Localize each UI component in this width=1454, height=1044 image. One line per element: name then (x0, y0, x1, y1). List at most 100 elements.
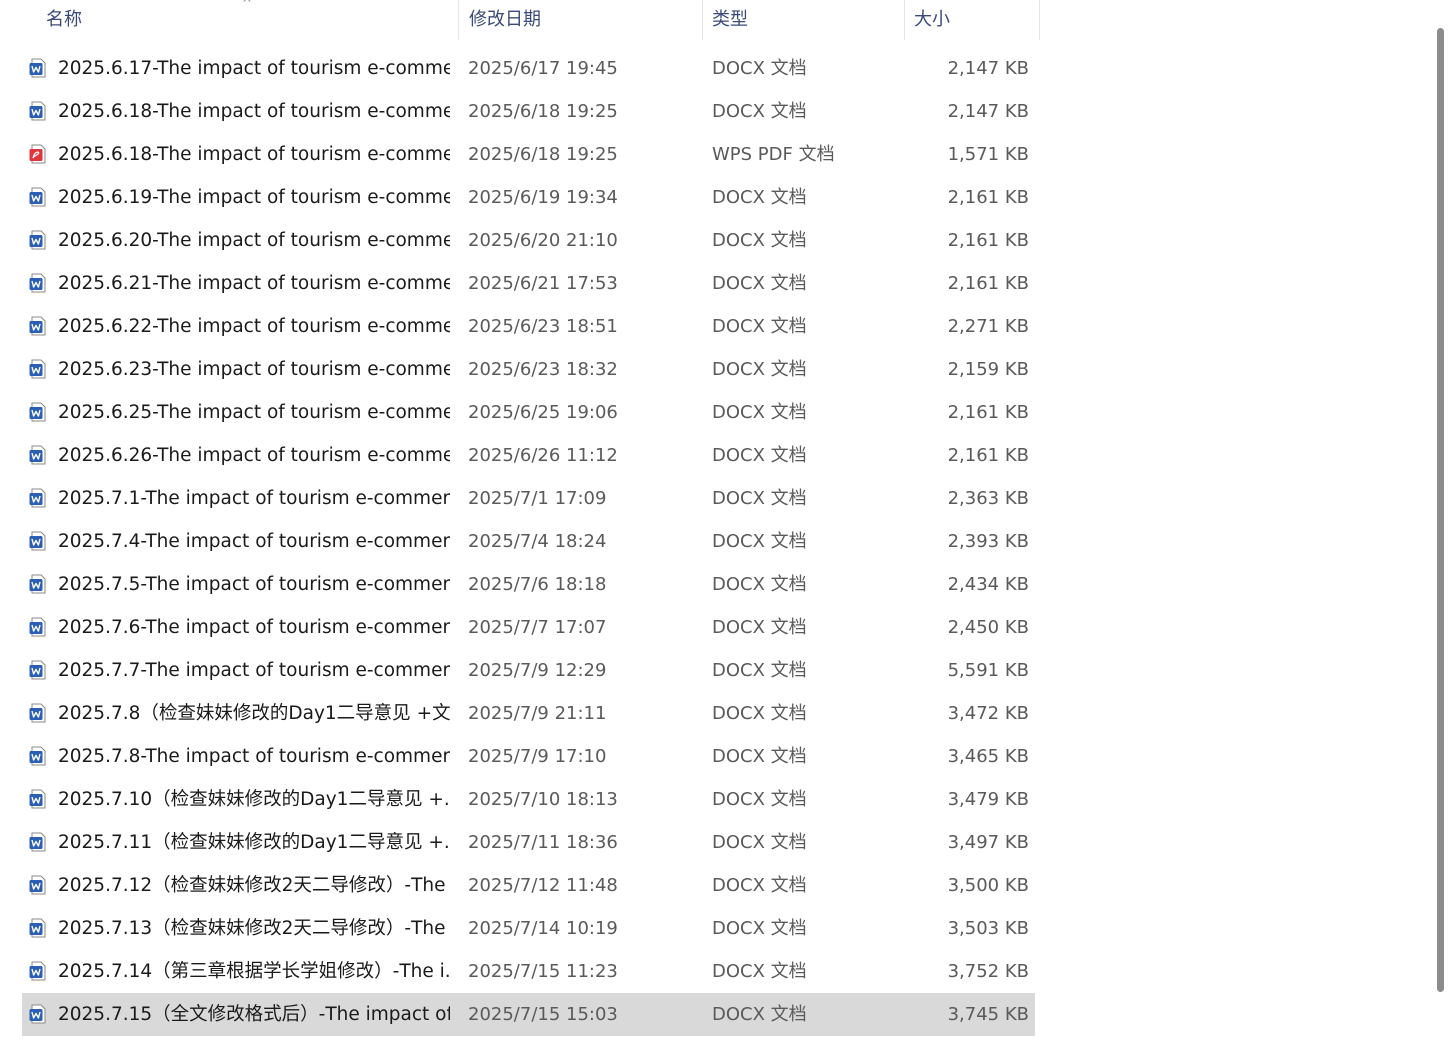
file-size: 2,271 KB (947, 316, 1029, 337)
file-size: 3,472 KB (947, 703, 1029, 724)
file-icon-cell (28, 907, 50, 950)
word-doc-icon (29, 187, 46, 207)
file-name: 2025.6.21-The impact of tourism e-commer… (58, 273, 450, 294)
word-doc-icon (29, 445, 46, 465)
file-name: 2025.6.23-The impact of tourism e-commer… (58, 359, 450, 380)
file-type: DOCX 文档 (712, 316, 807, 337)
file-type: DOCX 文档 (712, 1004, 807, 1025)
file-type: DOCX 文档 (712, 101, 807, 122)
file-name: 2025.7.4-The impact of tourism e-commerc… (58, 531, 450, 552)
file-row[interactable]: 2025.7.7-The impact of tourism e-commerc… (22, 649, 1035, 692)
file-row[interactable]: 2025.6.23-The impact of tourism e-commer… (22, 348, 1035, 391)
file-row[interactable]: 2025.7.1-The impact of tourism e-commerc… (22, 477, 1035, 520)
file-type: DOCX 文档 (712, 58, 807, 79)
file-row[interactable]: 2025.7.4-The impact of tourism e-commerc… (22, 520, 1035, 563)
file-name: 2025.6.20-The impact of tourism e-commer… (58, 230, 450, 251)
file-size: 2,147 KB (947, 58, 1029, 79)
file-modified-date: 2025/6/20 21:10 (468, 230, 618, 251)
file-name: 2025.6.26-The impact of tourism e-commer… (58, 445, 450, 466)
file-type: DOCX 文档 (712, 617, 807, 638)
file-size: 2,393 KB (947, 531, 1029, 552)
file-type: DOCX 文档 (712, 875, 807, 896)
file-type: DOCX 文档 (712, 273, 807, 294)
file-size: 2,434 KB (947, 574, 1029, 595)
word-doc-icon (29, 1004, 46, 1024)
word-doc-icon (29, 660, 46, 680)
file-name: 2025.7.6-The impact of tourism e-commerc… (58, 617, 450, 638)
file-modified-date: 2025/7/10 18:13 (468, 789, 618, 810)
file-row[interactable]: 2025.6.21-The impact of tourism e-commer… (22, 262, 1035, 305)
column-header-bar: ^ 名称 修改日期 类型 大小 (0, 0, 1040, 42)
column-header-date[interactable]: 修改日期 (459, 0, 703, 40)
file-row[interactable]: 2025.7.11（检查妹妹修改的Day1二导意见 +... 2025/7/11 … (22, 821, 1035, 864)
file-size: 1,571 KB (947, 144, 1029, 165)
file-row[interactable]: 2025.7.14（第三章根据学长学姐修改）-The i... 2025/7/15… (22, 950, 1035, 993)
file-size: 2,161 KB (947, 402, 1029, 423)
file-icon-cell (28, 434, 50, 477)
file-row[interactable]: 2025.6.18-The impact of tourism e-commer… (22, 133, 1035, 176)
file-type: DOCX 文档 (712, 703, 807, 724)
file-modified-date: 2025/6/26 11:12 (468, 445, 618, 466)
file-type: DOCX 文档 (712, 918, 807, 939)
file-row[interactable]: 2025.6.19-The impact of tourism e-commer… (22, 176, 1035, 219)
file-size: 2,363 KB (947, 488, 1029, 509)
file-icon-cell (28, 47, 50, 90)
file-row[interactable]: 2025.7.12（检查妹妹修改2天二导修改）-The ... 2025/7/12… (22, 864, 1035, 907)
file-size: 2,161 KB (947, 187, 1029, 208)
file-size: 5,591 KB (947, 660, 1029, 681)
column-header-name[interactable]: 名称 (22, 0, 459, 40)
file-type: DOCX 文档 (712, 746, 807, 767)
word-doc-icon (29, 746, 46, 766)
word-doc-icon (29, 101, 46, 121)
file-row[interactable]: 2025.7.6-The impact of tourism e-commerc… (22, 606, 1035, 649)
word-doc-icon (29, 273, 46, 293)
file-type: DOCX 文档 (712, 574, 807, 595)
file-modified-date: 2025/7/6 18:18 (468, 574, 607, 595)
word-doc-icon (29, 316, 46, 336)
file-modified-date: 2025/7/4 18:24 (468, 531, 607, 552)
column-header-size[interactable]: 大小 (905, 0, 1040, 40)
file-row[interactable]: 2025.6.22-The impact of tourism e-commer… (22, 305, 1035, 348)
file-row[interactable]: 2025.7.10（检查妹妹修改的Day1二导意见 +... 2025/7/10 … (22, 778, 1035, 821)
file-size: 3,745 KB (947, 1004, 1029, 1025)
file-row[interactable]: 2025.7.8-The impact of tourism e-commerc… (22, 735, 1035, 778)
file-type: DOCX 文档 (712, 402, 807, 423)
word-doc-icon (29, 574, 46, 594)
word-doc-icon (29, 617, 46, 637)
file-icon-cell (28, 563, 50, 606)
file-size: 3,465 KB (947, 746, 1029, 767)
scrollbar-thumb[interactable] (1437, 28, 1444, 992)
file-row[interactable]: 2025.7.13（检查妹妹修改2天二导修改）-The ... 2025/7/14… (22, 907, 1035, 950)
file-modified-date: 2025/7/11 18:36 (468, 832, 618, 853)
file-row[interactable]: 2025.6.17-The impact of tourism e-commer… (22, 47, 1035, 90)
file-row[interactable]: 2025.7.8（检查妹妹修改的Day1二导意见 +文... 2025/7/9 2… (22, 692, 1035, 735)
file-row[interactable]: 2025.7.5-The impact of tourism e-commerc… (22, 563, 1035, 606)
file-row[interactable]: 2025.7.15（全文修改格式后）-The impact of ... 2025… (22, 993, 1035, 1036)
file-modified-date: 2025/6/23 18:51 (468, 316, 618, 337)
word-doc-icon (29, 961, 46, 981)
file-size: 3,500 KB (947, 875, 1029, 896)
word-doc-icon (29, 402, 46, 422)
file-icon-cell (28, 348, 50, 391)
column-header-type[interactable]: 类型 (703, 0, 905, 40)
file-modified-date: 2025/6/21 17:53 (468, 273, 618, 294)
vertical-scrollbar[interactable] (1428, 0, 1454, 1044)
file-type: WPS PDF 文档 (712, 144, 835, 165)
file-row[interactable]: 2025.6.20-The impact of tourism e-commer… (22, 219, 1035, 262)
file-name: 2025.7.7-The impact of tourism e-commerc… (58, 660, 450, 681)
file-name: 2025.6.25-The impact of tourism e-commer… (58, 402, 450, 423)
file-icon-cell (28, 477, 50, 520)
file-icon-cell (28, 219, 50, 262)
file-modified-date: 2025/7/1 17:09 (468, 488, 607, 509)
file-row[interactable]: 2025.6.18-The impact of tourism e-commer… (22, 90, 1035, 133)
file-row[interactable]: 2025.6.25-The impact of tourism e-commer… (22, 391, 1035, 434)
file-icon-cell (28, 950, 50, 993)
file-icon-cell (28, 305, 50, 348)
word-doc-icon (29, 58, 46, 78)
file-icon-cell (28, 993, 50, 1036)
file-row[interactable]: 2025.6.26-The impact of tourism e-commer… (22, 434, 1035, 477)
file-name: 2025.7.11（检查妹妹修改的Day1二导意见 +... (58, 832, 450, 853)
file-icon-cell (28, 90, 50, 133)
file-type: DOCX 文档 (712, 789, 807, 810)
file-icon-cell (28, 735, 50, 778)
